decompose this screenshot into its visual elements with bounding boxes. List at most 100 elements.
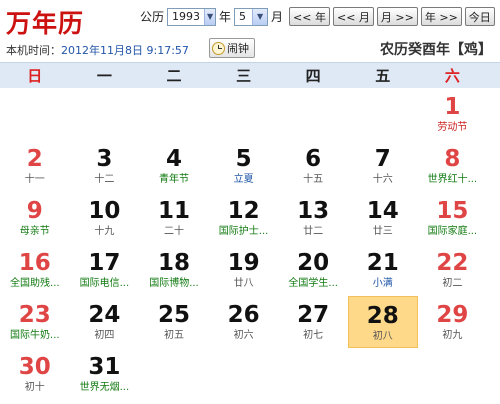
day-cell[interactable]: 13 廿二 — [278, 192, 348, 244]
week-row: 9 母亲节 10 十九 11 二十 12 国际护士... 13 廿二 14 廿三 15 国际家庭... — [0, 192, 500, 244]
chevron-down-icon[interactable]: ▼ — [204, 8, 216, 25]
lunar-date-label: 十六 — [372, 174, 393, 185]
lunar-date-label: 世界红十... — [427, 174, 478, 185]
day-cell[interactable]: 18 国际博物... — [139, 244, 209, 296]
day-cell[interactable]: 7 十六 — [348, 140, 418, 192]
empty-day-cell — [278, 348, 348, 400]
day-cell[interactable]: 11 二十 — [139, 192, 209, 244]
day-cell[interactable]: 19 廿八 — [209, 244, 279, 296]
day-number: 7 — [374, 146, 391, 172]
day-cell[interactable]: 8 世界红十... — [418, 140, 488, 192]
day-cell[interactable]: 28 初八 — [347, 296, 418, 348]
day-number: 15 — [436, 198, 469, 224]
day-number: 5 — [235, 146, 252, 172]
day-number: 28 — [366, 303, 399, 329]
week-row: 16 全国助残... 17 国际电信... 18 国际博物... 19 廿八 20 全国学生...… — [0, 244, 500, 296]
prev-month-button[interactable]: << 月 — [332, 7, 374, 26]
day-number: 16 — [18, 250, 51, 276]
day-number: 8 — [444, 146, 461, 172]
weekday-label: 一 — [96, 67, 112, 85]
day-cell[interactable]: 29 初九 — [418, 296, 488, 348]
day-cell[interactable]: 30 初十 — [0, 348, 70, 400]
day-cell[interactable]: 20 全国学生... — [278, 244, 348, 296]
weekday-label: 五 — [375, 67, 391, 85]
lunar-date-label: 初七 — [303, 330, 324, 341]
weekday-label: 六 — [444, 67, 460, 85]
lunar-date-label: 全国助残... — [10, 278, 60, 289]
alarm-button[interactable]: 闹钟 — [209, 38, 255, 58]
calendar-grid: 1 劳动节 2 十一 3 十二 4 青年节 5 立夏 6 十五 7 十六 8 世界红十... 9 母亲节 10 十九 1… — [0, 88, 500, 400]
day-cell[interactable]: 5 立夏 — [209, 140, 279, 192]
day-number: 3 — [96, 146, 113, 172]
day-cell[interactable]: 14 廿三 — [348, 192, 418, 244]
next-month-button[interactable]: 月 >> — [376, 7, 418, 26]
day-cell[interactable]: 26 初六 — [209, 296, 279, 348]
day-number: 29 — [436, 302, 469, 328]
weekday-header: 日一二三四五六 — [0, 62, 500, 88]
day-number: 25 — [157, 302, 190, 328]
day-cell[interactable]: 24 初四 — [70, 296, 140, 348]
day-cell[interactable]: 23 国际牛奶... — [0, 296, 70, 348]
day-cell[interactable]: 3 十二 — [70, 140, 140, 192]
lunar-date-label: 廿三 — [372, 226, 393, 237]
day-number: 24 — [88, 302, 121, 328]
week-row: 23 国际牛奶... 24 初四 25 初五 26 初六 27 初七 28 初八 29 初九 — [0, 296, 500, 348]
day-number: 21 — [366, 250, 399, 276]
day-number: 20 — [297, 250, 330, 276]
chevron-down-icon[interactable]: ▼ — [252, 8, 268, 25]
empty-day-cell — [0, 88, 70, 140]
empty-day-cell — [348, 348, 418, 400]
day-number: 30 — [18, 354, 51, 380]
empty-day-cell — [418, 348, 488, 400]
app-logo: 万年历 — [6, 9, 85, 38]
lunar-date-label: 十五 — [303, 174, 324, 185]
lunar-date-label: 世界无烟... — [79, 382, 130, 393]
day-number: 9 — [26, 198, 43, 224]
day-cell[interactable]: 9 母亲节 — [0, 192, 70, 244]
lunar-date-label: 初十 — [24, 382, 45, 393]
lunar-date-label: 劳动节 — [437, 122, 468, 133]
day-cell[interactable]: 16 全国助残... — [0, 244, 70, 296]
day-cell[interactable]: 1 劳动节 — [418, 88, 488, 140]
lunar-year-title: 农历癸酉年【鸡】 — [380, 42, 492, 58]
lunar-date-label: 廿二 — [303, 226, 324, 237]
weekday-label: 二 — [166, 67, 182, 85]
weekday-label: 三 — [236, 67, 252, 85]
local-time-label: 本机时间： — [6, 44, 61, 57]
day-cell[interactable]: 12 国际护士... — [209, 192, 279, 244]
day-cell[interactable]: 10 十九 — [70, 192, 140, 244]
day-cell[interactable]: 2 十一 — [0, 140, 70, 192]
month-select[interactable]: 5 ▼ — [234, 7, 269, 26]
day-number: 2 — [26, 146, 43, 172]
day-cell[interactable]: 22 初二 — [418, 244, 488, 296]
lunar-date-label: 二十 — [163, 226, 184, 237]
empty-day-cell — [139, 348, 209, 400]
day-number: 17 — [88, 250, 121, 276]
day-number: 6 — [305, 146, 322, 172]
day-number: 14 — [366, 198, 399, 224]
day-number: 12 — [227, 198, 260, 224]
lunar-date-label: 国际家庭... — [427, 226, 478, 237]
empty-day-cell — [209, 88, 279, 140]
local-time-value: 2012年11月8日 9:17:57 — [61, 44, 189, 57]
day-cell[interactable]: 21 小满 — [348, 244, 418, 296]
prev-year-button[interactable]: << 年 — [289, 7, 330, 26]
empty-day-cell — [348, 88, 418, 140]
lunar-date-label: 母亲节 — [19, 226, 50, 237]
empty-day-cell — [278, 88, 348, 140]
day-number: 27 — [297, 302, 330, 328]
empty-day-cell — [139, 88, 209, 140]
today-button[interactable]: 今日 — [464, 7, 495, 26]
day-cell[interactable]: 4 青年节 — [139, 140, 209, 192]
day-cell[interactable]: 6 十五 — [278, 140, 348, 192]
day-number: 26 — [227, 302, 260, 328]
day-cell[interactable]: 25 初五 — [139, 296, 209, 348]
day-cell[interactable]: 17 国际电信... — [70, 244, 140, 296]
day-cell[interactable]: 27 初七 — [278, 296, 348, 348]
next-year-button[interactable]: 年 >> — [420, 7, 462, 26]
year-select[interactable]: 1993 ▼ — [167, 7, 217, 26]
day-cell[interactable]: 31 世界无烟... — [70, 348, 140, 400]
day-cell[interactable]: 15 国际家庭... — [418, 192, 488, 244]
day-number: 4 — [165, 146, 182, 172]
lunar-date-label: 初五 — [163, 330, 184, 341]
